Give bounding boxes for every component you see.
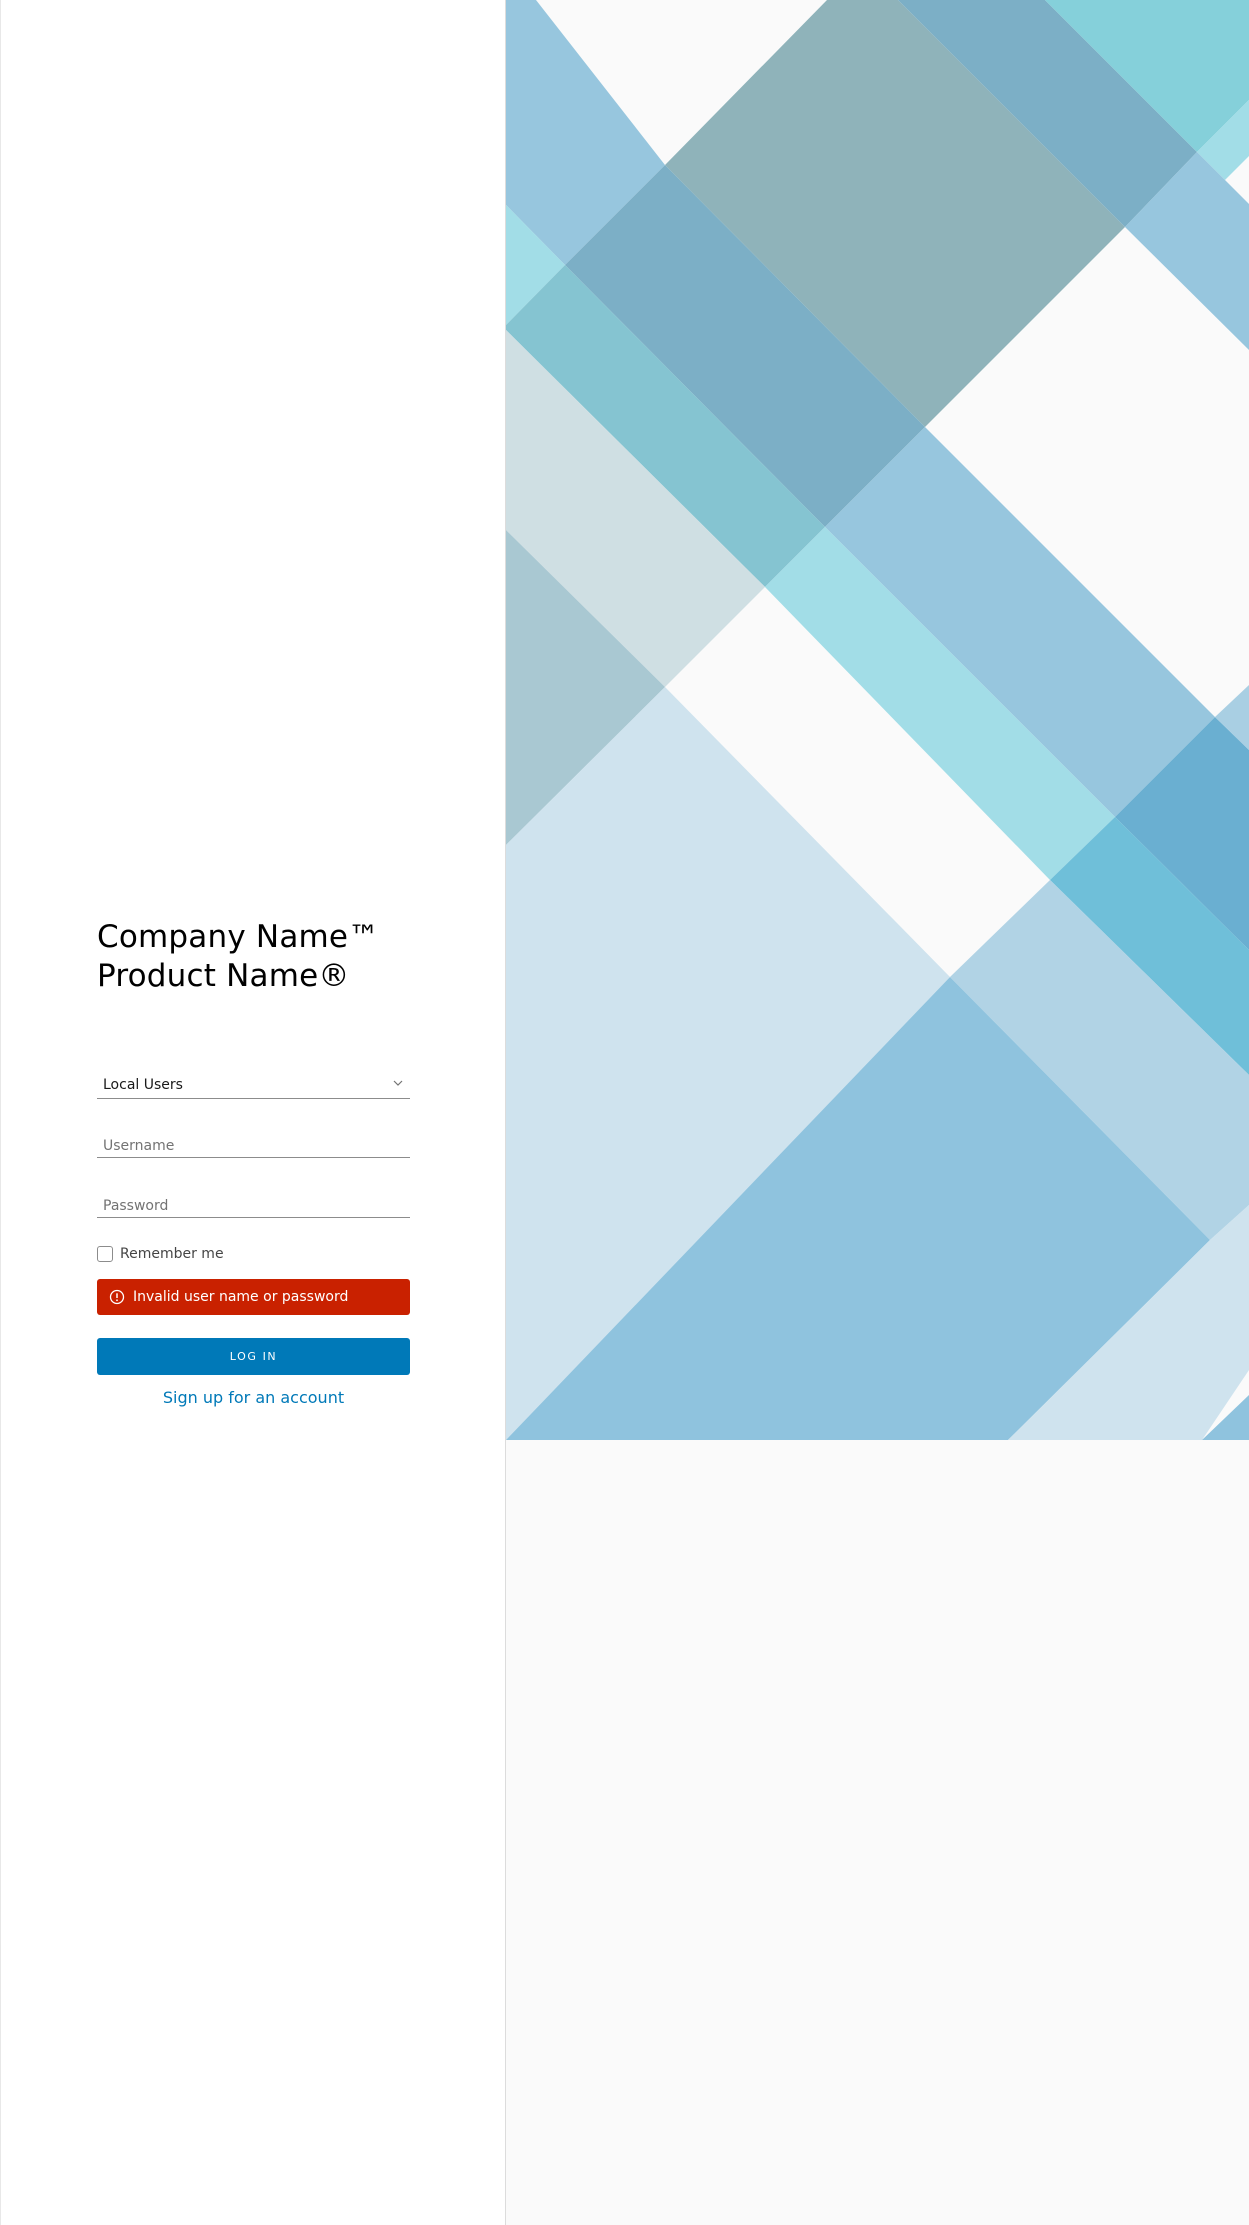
company-name: Company Name™ bbox=[97, 919, 380, 955]
chevron-down-icon bbox=[393, 1080, 403, 1086]
error-message: Invalid user name or password bbox=[133, 1289, 349, 1305]
password-input[interactable] bbox=[97, 1188, 410, 1217]
remember-me[interactable]: Remember me bbox=[97, 1246, 224, 1262]
username-field-wrapper bbox=[97, 1128, 410, 1158]
exclamation-circle-icon bbox=[109, 1289, 125, 1305]
remember-me-checkbox[interactable] bbox=[97, 1246, 113, 1262]
error-alert: Invalid user name or password bbox=[97, 1279, 410, 1315]
login-page: Company Name™ Product Name® Local Users … bbox=[0, 0, 1249, 2225]
auth-source-value: Local Users bbox=[103, 1077, 183, 1093]
background-art bbox=[506, 0, 1249, 1440]
product-name: Product Name® bbox=[97, 958, 350, 994]
password-field-wrapper bbox=[97, 1188, 410, 1218]
username-input[interactable] bbox=[97, 1128, 410, 1157]
signup-link[interactable]: Sign up for an account bbox=[97, 1388, 410, 1407]
login-button[interactable]: LOG IN bbox=[97, 1338, 410, 1375]
remember-me-label: Remember me bbox=[120, 1246, 224, 1262]
login-panel: Company Name™ Product Name® Local Users … bbox=[0, 0, 506, 2225]
page-title: Company Name™ Product Name® bbox=[97, 918, 379, 996]
auth-source-select[interactable]: Local Users bbox=[97, 1069, 410, 1099]
